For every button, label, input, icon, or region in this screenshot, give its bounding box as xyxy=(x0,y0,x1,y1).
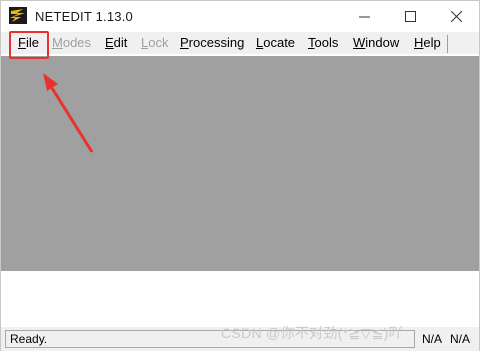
menu-locate[interactable]: Locate xyxy=(256,35,295,50)
maximize-button[interactable] xyxy=(387,1,433,32)
title-bar[interactable]: NETEDIT 1.13.0 xyxy=(1,1,479,32)
menu-tools[interactable]: Tools xyxy=(308,35,338,50)
window-title: NETEDIT 1.13.0 xyxy=(35,9,133,24)
netedit-logo-icon xyxy=(9,7,27,24)
y-coordinate: N/A xyxy=(450,332,471,346)
x-coordinate: N/A xyxy=(422,332,443,346)
menu-bar: File Modes Edit Lock Processing Locate T… xyxy=(1,32,479,54)
minimize-button[interactable] xyxy=(341,1,387,32)
close-icon xyxy=(450,11,462,22)
maximize-icon xyxy=(404,11,416,22)
message-panel xyxy=(1,271,479,327)
menu-separator xyxy=(447,35,448,53)
network-view-canvas[interactable] xyxy=(1,56,479,271)
netedit-window: NETEDIT 1.13.0 File Modes Edit Lock Proc… xyxy=(0,0,480,351)
status-text: Ready. xyxy=(10,332,48,346)
minimize-icon xyxy=(358,16,370,18)
menu-window[interactable]: Window xyxy=(353,35,399,50)
menu-edit[interactable]: Edit xyxy=(105,35,127,50)
file-menu-highlight xyxy=(9,31,49,59)
watermark: CSDN @你不对劲(*≧▽≦)吖 xyxy=(221,325,403,341)
menu-help[interactable]: Help xyxy=(414,35,441,50)
menu-modes[interactable]: Modes xyxy=(52,35,91,50)
close-button[interactable] xyxy=(433,1,479,32)
menu-lock[interactable]: Lock xyxy=(141,35,168,50)
menu-processing[interactable]: Processing xyxy=(180,35,244,50)
